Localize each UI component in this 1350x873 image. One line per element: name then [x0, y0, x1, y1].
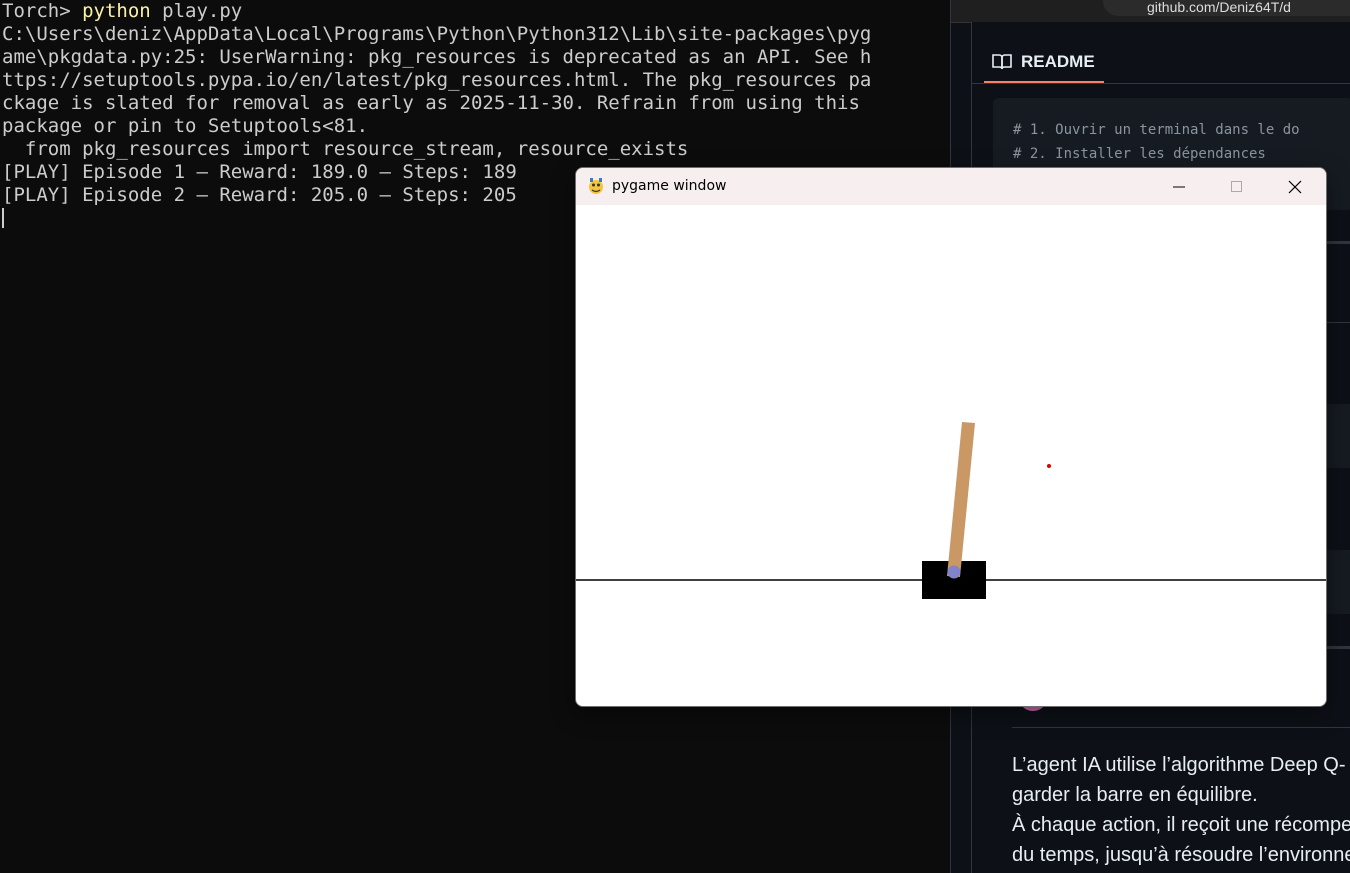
readme-tab-label: README [1021, 52, 1095, 71]
paragraph-line: À chaque action, il reçoit une récompe [1012, 814, 1350, 836]
axle [947, 565, 961, 579]
title-bar[interactable]: pygame window [576, 168, 1326, 205]
address-text: github.com/Deniz64T/d [1147, 0, 1291, 15]
paragraph-line: L’agent IA utilise l’algorithme Deep Q- [1012, 754, 1346, 776]
address-bar[interactable]: github.com/Deniz64T/d [1103, 0, 1350, 16]
cartpole-scene [576, 422, 1326, 599]
terminal-line: ttps://setuptools.pypa.io/en/latest/pkg_… [2, 69, 872, 91]
terminal-line: ame\pkgdata.py:25: UserWarning: pkg_reso… [2, 46, 872, 68]
terminal-line: package or pin to Setuptools<81. [2, 115, 369, 137]
paragraph-line: du temps, jusqu’à résoudre l’environne [1012, 844, 1350, 866]
pygame-window[interactable]: pygame window [575, 167, 1327, 707]
terminal-line: [PLAY] Episode 1 — Reward: 189.0 — Steps… [2, 161, 517, 183]
terminal-line: [PLAY] Episode 2 — Reward: 205.0 — Steps… [2, 184, 517, 206]
terminal-prompt: Torch> [2, 0, 83, 22]
close-icon [1288, 180, 1302, 193]
panel-divider [972, 83, 1350, 84]
code-line: # 1. Ouvrir un terminal dans le do [1013, 122, 1300, 138]
readme-tab[interactable]: README [984, 42, 1103, 82]
terminal-line: ckage is slated for removal as early as … [2, 92, 860, 114]
terminal-command-args: play.py [150, 0, 243, 22]
minimize-icon [1173, 186, 1185, 187]
target-marker [1047, 464, 1051, 468]
minimize-button[interactable] [1150, 168, 1208, 205]
maximize-button[interactable] [1208, 168, 1266, 205]
readme-paragraph: L’agent IA utilise l’algorithme Deep Q- … [1012, 750, 1350, 870]
browser-toolbar: github.com/Deniz64T/d [951, 0, 1350, 23]
window-title: pygame window [612, 178, 727, 194]
maximize-icon [1231, 180, 1242, 192]
pole [947, 422, 975, 577]
close-button[interactable] [1266, 168, 1324, 205]
game-canvas[interactable] [576, 205, 1326, 706]
terminal-cursor [2, 208, 4, 228]
section-heading-rule [1012, 727, 1350, 728]
code-line: # 2. Installer les dépendances [1013, 146, 1266, 162]
terminal-line: from pkg_resources import resource_strea… [2, 138, 689, 160]
book-icon [992, 54, 1012, 70]
terminal-command: python [82, 0, 151, 22]
terminal-line: C:\Users\deniz\AppData\Local\Programs\Py… [2, 23, 872, 45]
pygame-snake-icon [589, 178, 603, 194]
paragraph-line: garder la barre en équilibre. [1012, 784, 1258, 806]
